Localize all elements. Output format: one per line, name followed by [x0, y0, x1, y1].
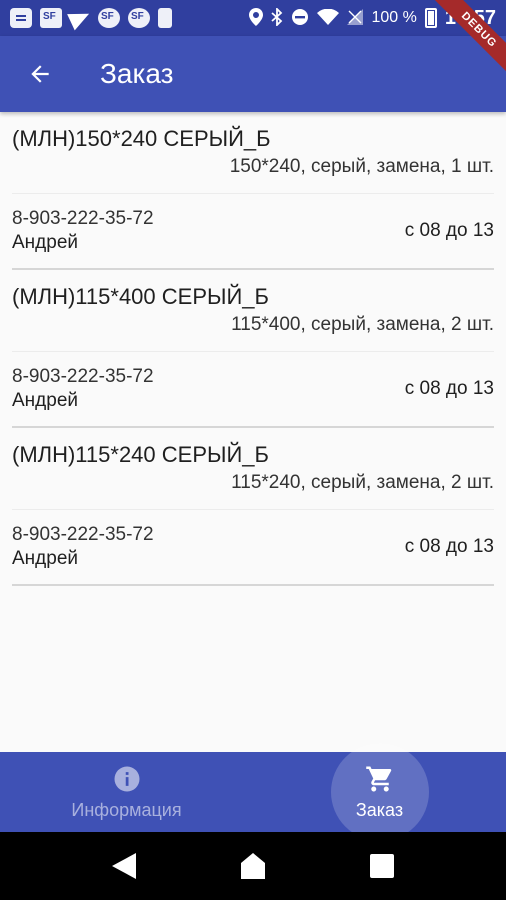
status-bar: 100 % 14:57: [0, 0, 506, 36]
bluetooth-icon: [271, 6, 283, 29]
square-recents-icon: [369, 854, 394, 878]
contact-info: 8-903-222-35-72 Андрей: [12, 524, 405, 570]
nav-tab-order[interactable]: Заказ: [253, 743, 506, 841]
app-bar: Заказ: [0, 36, 506, 112]
battery-percent: 100 %: [371, 9, 417, 26]
sf-app-icon: [98, 8, 120, 28]
system-home-button[interactable]: [233, 846, 273, 886]
signal-icon: [347, 8, 364, 28]
screen: 100 % 14:57 DEBUG Заказ (МЛН)150*240 СЕР…: [0, 0, 506, 900]
home-icon: [240, 853, 265, 879]
info-icon: [114, 766, 139, 791]
phone-number[interactable]: 8-903-222-35-72: [12, 208, 405, 230]
device-icon: [158, 8, 172, 28]
nav-tab-label: Информация: [71, 799, 182, 820]
product-details: 115*400, серый, замена, 2 шт.: [231, 314, 494, 335]
wifi-icon: [317, 8, 340, 28]
phone-number[interactable]: 8-903-222-35-72: [12, 524, 405, 546]
telegram-icon: [67, 5, 93, 31]
product-details: 150*240, серый, замена, 1 шт.: [229, 156, 494, 177]
order-item[interactable]: (МЛН)115*240 СЕРЫЙ_Б 115*240, серый, зам…: [0, 428, 506, 586]
notification-icons: [10, 5, 172, 31]
nav-tab-information[interactable]: Информация: [0, 752, 253, 832]
product-name: (МЛН)115*400 СЕРЫЙ_Б: [12, 284, 269, 309]
order-item[interactable]: (МЛН)115*400 СЕРЫЙ_Б 115*400, серый, зам…: [0, 270, 506, 428]
delivery-time-window: с 08 до 13: [404, 220, 494, 241]
sf-app-icon: [128, 8, 150, 28]
contact-name: Андрей: [12, 232, 78, 253]
system-recents-button[interactable]: [362, 846, 402, 886]
contact-info: 8-903-222-35-72 Андрей: [12, 208, 405, 254]
do-not-disturb-icon: [291, 8, 309, 29]
order-header: (МЛН)115*240 СЕРЫЙ_Б 115*240, серый, зам…: [12, 428, 494, 510]
contact-name: Андрей: [12, 548, 78, 569]
chat-icon: [10, 8, 32, 28]
sf-app-icon: [40, 8, 62, 28]
contact-info: 8-903-222-35-72 Андрей: [12, 366, 405, 412]
system-navigation-bar: [0, 832, 506, 900]
system-back-button[interactable]: [104, 846, 144, 886]
battery-icon: [424, 8, 437, 28]
shopping-cart-icon: [365, 766, 391, 791]
phone-number[interactable]: 8-903-222-35-72: [12, 366, 405, 388]
order-header: (МЛН)115*400 СЕРЫЙ_Б 115*400, серый, зам…: [12, 270, 494, 352]
nav-tab-label: Заказ: [355, 799, 404, 820]
delivery-time-window: с 08 до 13: [404, 536, 494, 557]
contact-row: 8-903-222-35-72 Андрей с 08 до 13: [12, 352, 494, 428]
order-item[interactable]: (МЛН)150*240 СЕРЫЙ_Б 150*240, серый, зам…: [0, 112, 506, 270]
page-title: Заказ: [100, 58, 174, 89]
delivery-time-window: с 08 до 13: [404, 378, 494, 399]
order-list: (МЛН)150*240 СЕРЫЙ_Б 150*240, серый, зам…: [0, 112, 506, 752]
order-header: (МЛН)150*240 СЕРЫЙ_Б 150*240, серый, зам…: [12, 112, 494, 194]
location-icon: [249, 7, 264, 29]
bottom-navigation: Информация Заказ: [0, 743, 506, 841]
contact-name: Андрей: [12, 390, 78, 411]
product-name: (МЛН)150*240 СЕРЫЙ_Б: [12, 126, 271, 151]
triangle-back-icon: [112, 853, 137, 879]
product-details: 115*240, серый, замена, 2 шт.: [231, 472, 494, 493]
contact-row: 8-903-222-35-72 Андрей с 08 до 13: [12, 510, 494, 586]
contact-row: 8-903-222-35-72 Андрей с 08 до 13: [12, 194, 494, 270]
arrow-back-icon: [31, 65, 49, 83]
product-name: (МЛН)115*240 СЕРЫЙ_Б: [12, 442, 269, 467]
back-button[interactable]: [10, 44, 70, 104]
